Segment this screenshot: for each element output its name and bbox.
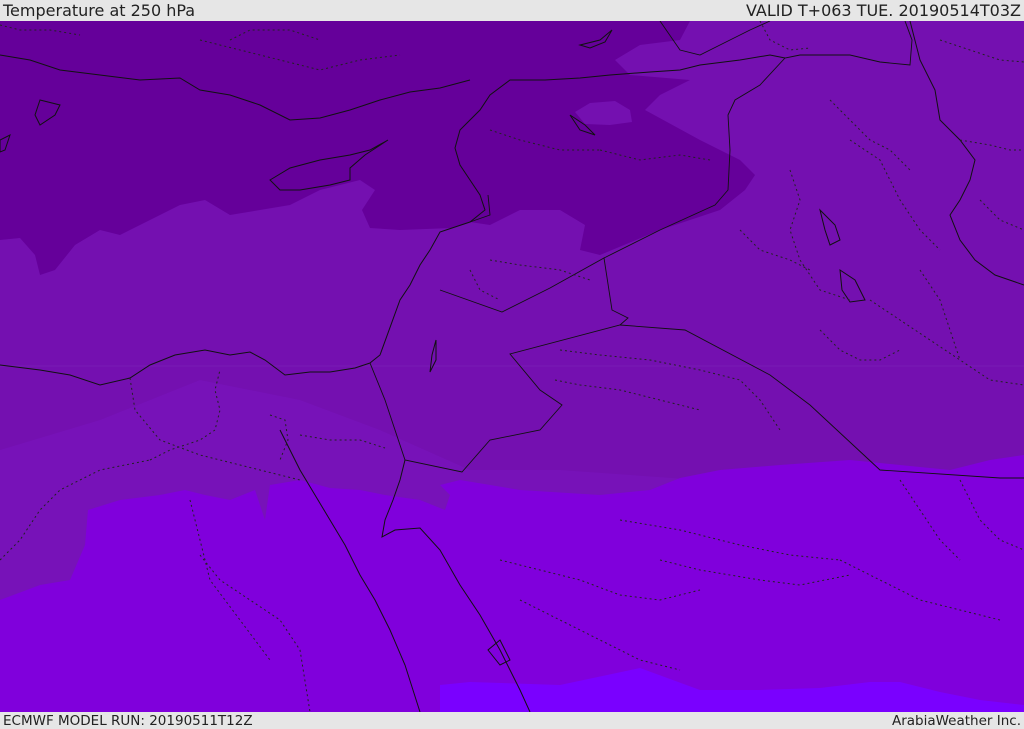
map-footer: ECMWF MODEL RUN: 20190511T12Z ArabiaWeat… (0, 712, 1024, 729)
valid-time: VALID T+063 TUE. 20190514T03Z (745, 1, 1021, 20)
model-run: ECMWF MODEL RUN: 20190511T12Z (3, 712, 253, 729)
map-title: Temperature at 250 hPa (3, 1, 196, 20)
temperature-map (0, 21, 1024, 712)
map-header: Temperature at 250 hPa VALID T+063 TUE. … (0, 0, 1024, 21)
credit: ArabiaWeather Inc. (891, 712, 1021, 729)
